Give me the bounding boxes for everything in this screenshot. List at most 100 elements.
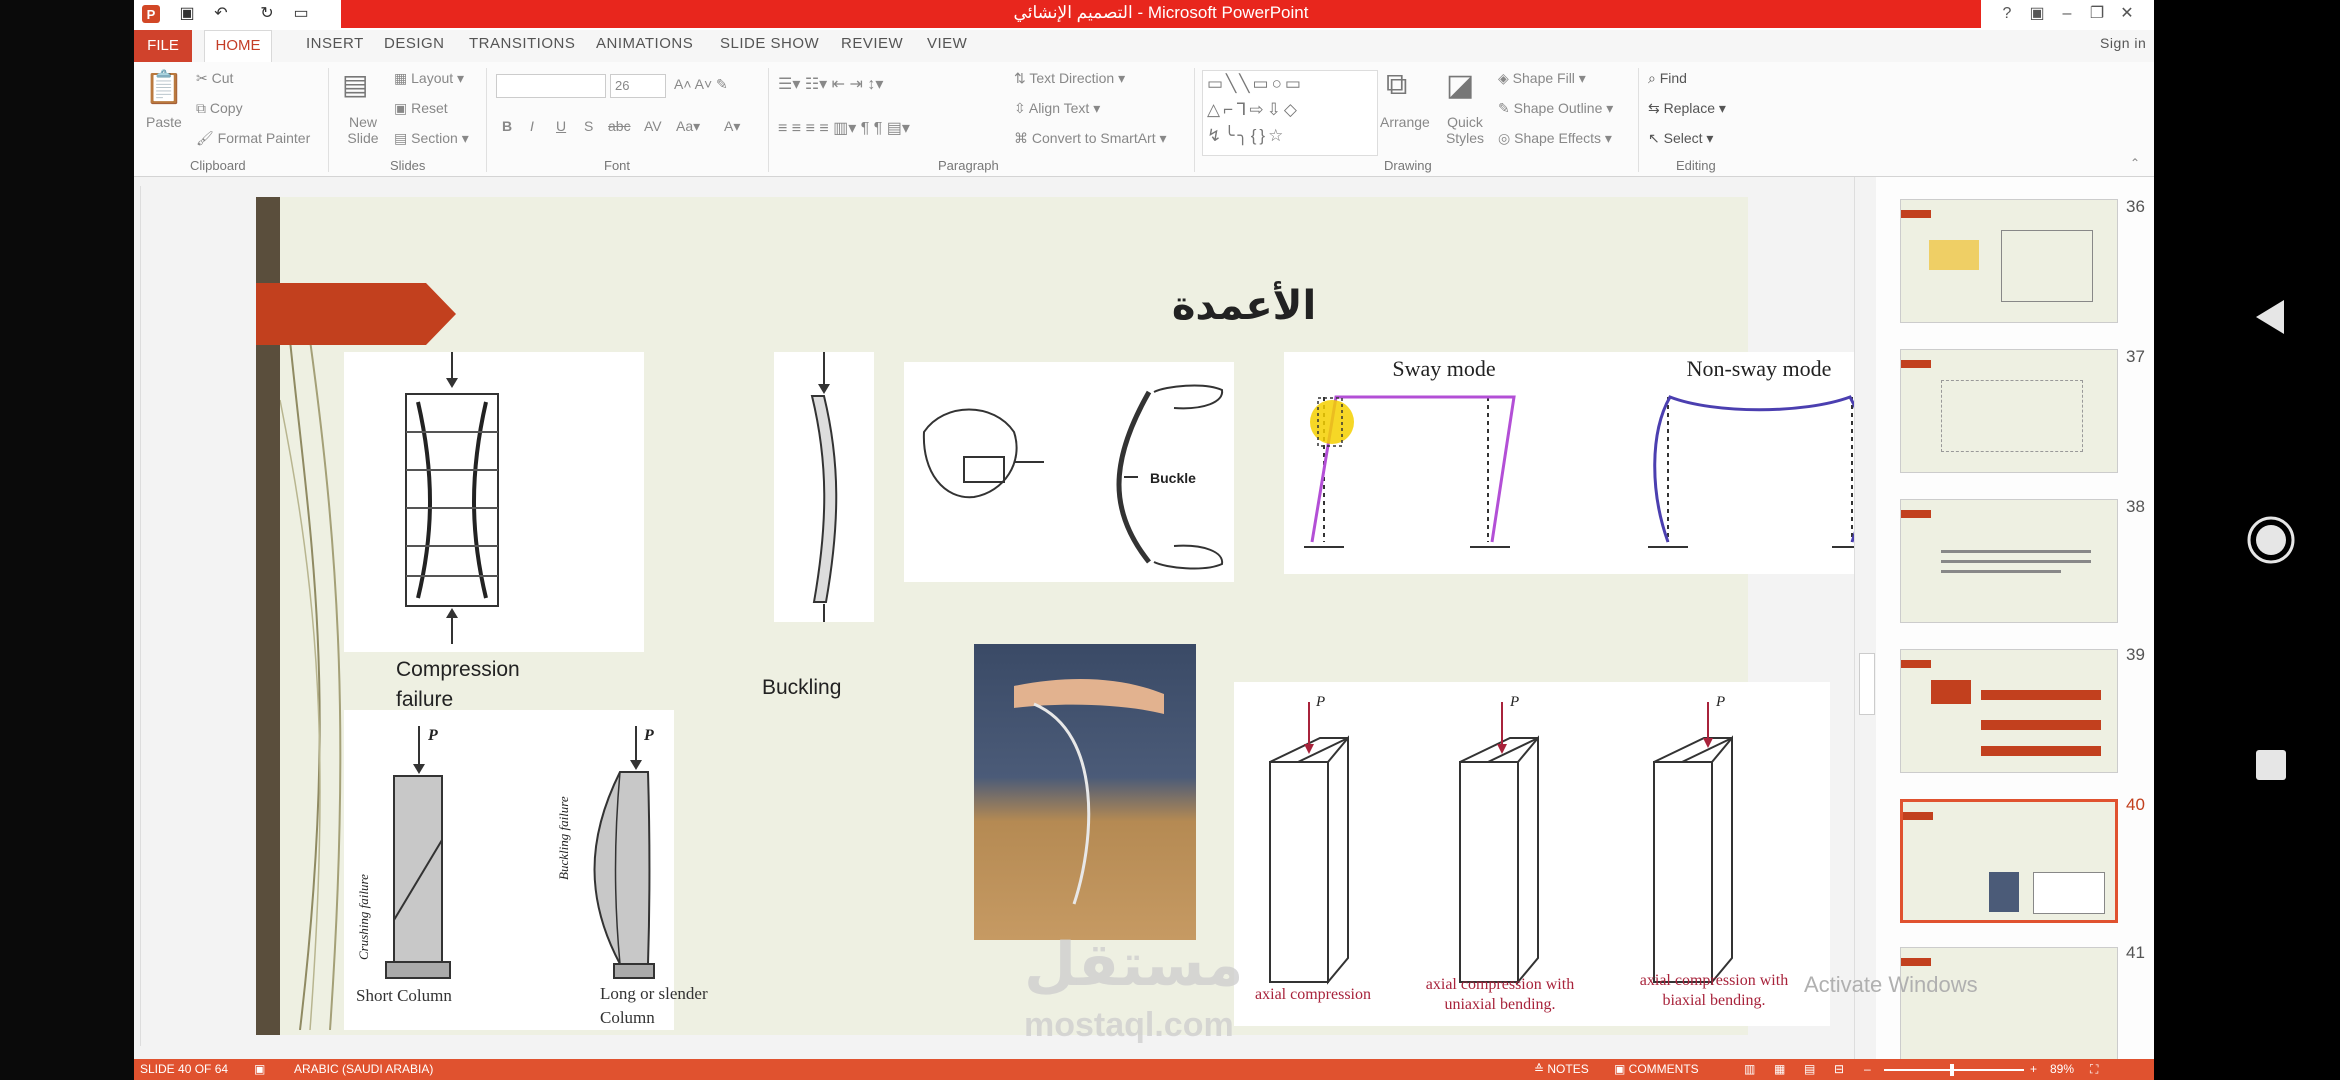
undo-icon[interactable]: ↶ [210, 4, 232, 24]
collapse-ribbon-icon[interactable]: ⌃ [2130, 156, 2140, 170]
ribbon-tabs: FILE HOME INSERT DESIGN TRANSITIONS ANIM… [134, 30, 2154, 63]
zoom-slider[interactable] [1884, 1064, 2024, 1076]
slideshow-start-icon[interactable]: ▭ [290, 4, 312, 24]
shape-outline-button[interactable]: ✎ Shape Outline ▾ [1498, 100, 1613, 117]
zoom-slider-thumb[interactable] [1950, 1064, 1954, 1076]
redo-icon[interactable]: ↻ [256, 4, 278, 24]
long-column-caption-1: Long or slender [600, 984, 708, 1003]
scroll-thumb[interactable] [1859, 653, 1875, 715]
replace-label: Replace [1663, 100, 1715, 116]
text-direction-button[interactable]: ⇅ Text Direction ▾ [1014, 70, 1125, 87]
ribbon-separator [768, 68, 769, 172]
find-button[interactable]: ⌕ Find [1648, 70, 1687, 87]
biaxial-caption-1: axial compression with [1639, 972, 1789, 989]
change-case-icon[interactable]: Aa▾ [676, 118, 700, 135]
back-nav-icon[interactable] [2246, 292, 2296, 342]
thumbnail-slide-36[interactable] [1900, 199, 2118, 323]
biaxial-caption-2: biaxial bending. [1662, 992, 1766, 1009]
convert-smartart-button[interactable]: ⌘ Convert to SmartArt ▾ [1014, 130, 1167, 147]
zoom-out-icon[interactable]: – [1864, 1062, 1871, 1076]
tab-insert[interactable]: INSERT [306, 35, 364, 52]
slide-sorter-icon[interactable]: ▦ [1774, 1062, 1785, 1076]
reset-button[interactable]: ▣ Reset [394, 100, 448, 117]
tab-design[interactable]: DESIGN [384, 35, 445, 52]
font-color-icon[interactable]: A▾ [724, 118, 740, 135]
thumbnail-slide-38[interactable] [1900, 499, 2118, 623]
quick-styles-button[interactable]: Quick Styles [1440, 114, 1490, 146]
tab-file[interactable]: FILE [134, 30, 192, 62]
shape-effects-button[interactable]: ◎ Shape Effects ▾ [1498, 130, 1612, 147]
sway-frames-figure: Sway mode Non-sway mode [1284, 352, 1867, 574]
svg-text:P: P [147, 7, 156, 22]
bold-icon[interactable]: B [502, 118, 512, 134]
slide-scrollbar[interactable] [1854, 177, 1877, 1059]
new-slide-button[interactable]: New Slide [340, 114, 386, 146]
shape-fill-button[interactable]: ◈ Shape Fill ▾ [1498, 70, 1586, 87]
normal-view-icon[interactable]: ▥ [1744, 1062, 1755, 1076]
slideshow-view-icon[interactable]: ⊟ [1834, 1062, 1844, 1076]
tab-view[interactable]: VIEW [927, 35, 967, 52]
spellcheck-icon[interactable]: ▣ [254, 1062, 265, 1076]
comments-label: COMMENTS [1628, 1062, 1699, 1076]
compression-failure-figure [344, 352, 644, 652]
shadow-icon[interactable]: S [584, 118, 593, 134]
comments-button[interactable]: ▣ COMMENTS [1614, 1062, 1699, 1076]
paste-icon[interactable]: 📋 [144, 68, 184, 106]
ribbon-display-icon[interactable]: ▣ [2024, 2, 2050, 26]
select-button[interactable]: ↖ Select ▾ [1648, 130, 1713, 147]
reading-view-icon[interactable]: ▤ [1804, 1062, 1815, 1076]
section-button[interactable]: ▤ Section ▾ [394, 130, 469, 147]
thumbnail-slide-39[interactable] [1900, 649, 2118, 773]
p-label-biaxial: P [1715, 694, 1725, 710]
new-slide-icon[interactable]: ▤ [342, 68, 368, 101]
home-nav-icon[interactable] [2246, 515, 2296, 565]
select-label: Select [1663, 130, 1703, 146]
zoom-in-icon[interactable]: + [2030, 1062, 2037, 1076]
quick-styles-icon[interactable]: ◪ [1446, 68, 1474, 103]
restore-icon[interactable]: ❐ [2084, 2, 2110, 26]
thumb-number-40: 40 [2126, 795, 2145, 814]
italic-icon[interactable]: I [530, 118, 534, 134]
alignment-icons[interactable]: ≡ ≡ ≡ ≡ ▥▾ ¶ ¶ ▤▾ [778, 118, 910, 138]
list-indent-icons[interactable]: ☰▾ ☷▾ ⇤ ⇥ ↕▾ [778, 74, 883, 94]
paste-button[interactable]: Paste [146, 114, 182, 130]
char-spacing-icon[interactable]: AV [644, 118, 662, 134]
section-label: Section [411, 130, 458, 146]
strikethrough-icon[interactable]: abc [608, 118, 631, 134]
save-icon[interactable]: ▣ [176, 4, 198, 24]
help-icon[interactable]: ? [1994, 2, 2020, 26]
font-size-box[interactable]: 26 [610, 74, 666, 98]
editing-group-label: Editing [1676, 158, 1716, 173]
underline-icon[interactable]: U [556, 118, 566, 134]
copy-button[interactable]: ⧉ Copy [196, 100, 243, 117]
thumb-number-39: 39 [2126, 645, 2145, 664]
font-grow-shrink-icons[interactable]: A˄ A˅ ✎ [674, 76, 728, 93]
notes-button[interactable]: ≙ NOTES [1534, 1062, 1589, 1076]
language-indicator[interactable]: ARABIC (SAUDI ARABIA) [294, 1062, 433, 1076]
arrange-button[interactable]: Arrange [1380, 114, 1430, 130]
thumbnail-slide-41[interactable] [1900, 947, 2118, 1071]
zoom-level[interactable]: 89% [2050, 1062, 2074, 1076]
tab-slide-show[interactable]: SLIDE SHOW [720, 35, 819, 52]
sign-in-link[interactable]: Sign in [2100, 35, 2146, 51]
tab-animations[interactable]: ANIMATIONS [596, 35, 693, 52]
tab-review[interactable]: REVIEW [841, 35, 903, 52]
replace-button[interactable]: ⇆ Replace ▾ [1648, 100, 1726, 117]
minimize-icon[interactable]: – [2054, 2, 2080, 26]
cut-button[interactable]: ✂ Cut [196, 70, 233, 87]
shapes-gallery[interactable]: ▭╲╲▭○▭ △⌐ᒣ⇨⇩◇ ↯╰╮{}☆ [1202, 70, 1378, 156]
buckling-figure [774, 352, 874, 622]
align-text-button[interactable]: ⇳ Align Text ▾ [1014, 100, 1100, 117]
tab-home[interactable]: HOME [204, 30, 272, 63]
tab-transitions[interactable]: TRANSITIONS [469, 35, 575, 52]
thumbnail-slide-37[interactable] [1900, 349, 2118, 473]
arrange-icon[interactable]: ⧉ [1386, 68, 1407, 102]
font-name-box[interactable] [496, 74, 606, 98]
thumbnail-slide-40[interactable] [1900, 799, 2118, 923]
format-painter-button[interactable]: 🖌 Format Painter [196, 130, 310, 147]
layout-button[interactable]: ▦ Layout ▾ [394, 70, 464, 87]
slide-title[interactable]: الأعمدة [1034, 283, 1454, 329]
close-icon[interactable]: ✕ [2114, 2, 2140, 26]
recents-nav-icon[interactable] [2246, 740, 2296, 790]
fit-slide-icon[interactable]: ⛶ [2090, 1062, 2098, 1077]
